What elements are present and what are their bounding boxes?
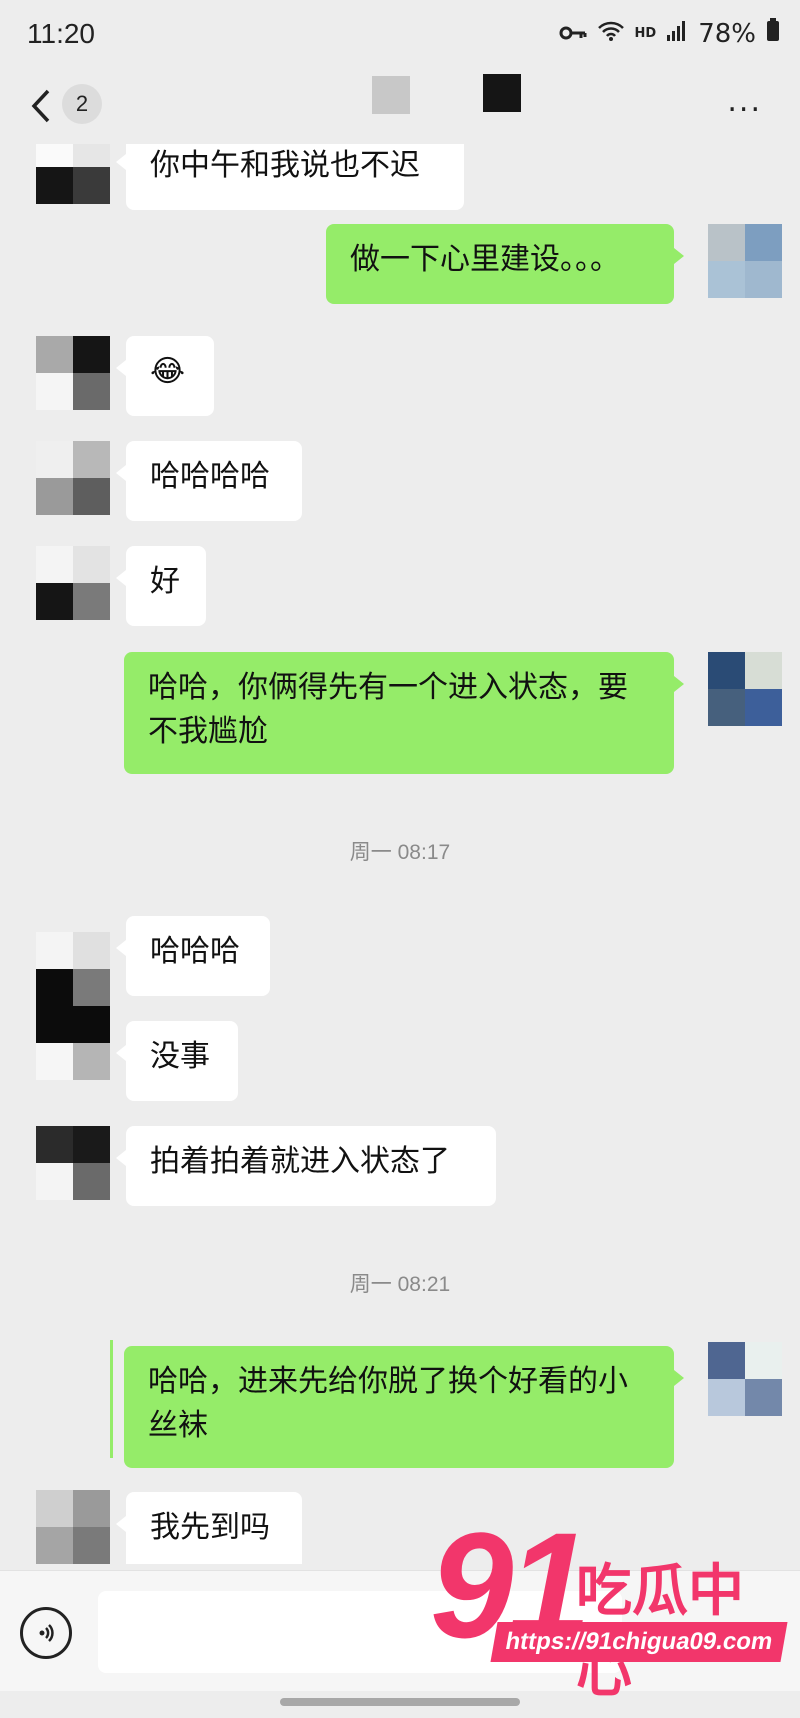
message-bubble-incoming[interactable]: 拍着拍着就进入状态了 — [116, 1126, 496, 1206]
watermark-url: https://91chigua09.com — [490, 1622, 788, 1662]
avatar[interactable] — [36, 1490, 110, 1564]
avatar[interactable] — [36, 144, 110, 204]
voice-input-button[interactable] — [20, 1607, 72, 1659]
avatar[interactable] — [36, 546, 110, 620]
avatar[interactable] — [708, 1342, 782, 1416]
signal-icon — [666, 19, 688, 49]
chat-header: 2 ... — [0, 70, 800, 144]
avatar[interactable] — [36, 1006, 110, 1080]
avatar[interactable] — [708, 652, 782, 726]
more-options-button[interactable]: ... — [727, 84, 762, 119]
chat-title-masked — [483, 74, 521, 112]
watermark-logo: 91 吃瓜中心 https://91chigua09.com — [430, 1510, 790, 1705]
message-bubble-incoming[interactable]: 没事 — [116, 1021, 238, 1101]
message-bubble-incoming[interactable]: 哈哈哈 — [116, 916, 270, 996]
chat-title-masked — [372, 76, 410, 114]
avatar[interactable] — [36, 336, 110, 410]
message-bubble-outgoing[interactable]: 哈哈，你俩得先有一个进入状态，要不我尴尬 — [124, 652, 684, 774]
battery-percent: 78% — [698, 18, 756, 49]
wifi-icon — [597, 19, 625, 49]
voice-icon — [39, 1624, 54, 1642]
avatar[interactable] — [36, 441, 110, 515]
avatar[interactable] — [708, 224, 782, 298]
chat-area[interactable]: 你中午和我说也不迟 做一下心里建设。。。 😂 哈哈哈哈 好 哈哈，你俩得先有一个… — [0, 144, 800, 1564]
hd-label: HD — [634, 26, 657, 41]
avatar[interactable] — [36, 932, 110, 1006]
timestamp: 周一 08:21 — [349, 1273, 451, 1296]
key-icon — [559, 19, 587, 49]
status-icons: HD 78% — [559, 18, 780, 49]
unread-count-badge[interactable]: 2 — [62, 84, 102, 124]
status-time: 11:20 — [27, 18, 95, 49]
message-bubble-outgoing[interactable]: 做一下心里建设。。。 — [326, 224, 684, 304]
message-bubble-outgoing[interactable]: 哈哈，进来先给你脱了换个好看的小丝袜 — [124, 1346, 684, 1468]
avatar[interactable] — [36, 1126, 110, 1200]
battery-icon — [766, 18, 780, 49]
message-bubble-incoming[interactable]: 我先到吗 — [116, 1492, 302, 1564]
message-bubble-incoming[interactable]: 哈哈哈哈 — [116, 441, 302, 521]
message-bubble-incoming[interactable]: 好 — [116, 546, 206, 626]
message-edge-line — [110, 1340, 113, 1458]
home-indicator[interactable] — [280, 1698, 520, 1706]
chevron-left-icon — [31, 89, 50, 123]
message-bubble-incoming[interactable]: 你中午和我说也不迟 — [116, 144, 464, 210]
status-bar: 11:20 HD 78% — [0, 0, 800, 70]
message-bubble-incoming[interactable]: 😂 — [116, 336, 214, 416]
timestamp: 周一 08:17 — [349, 841, 451, 864]
